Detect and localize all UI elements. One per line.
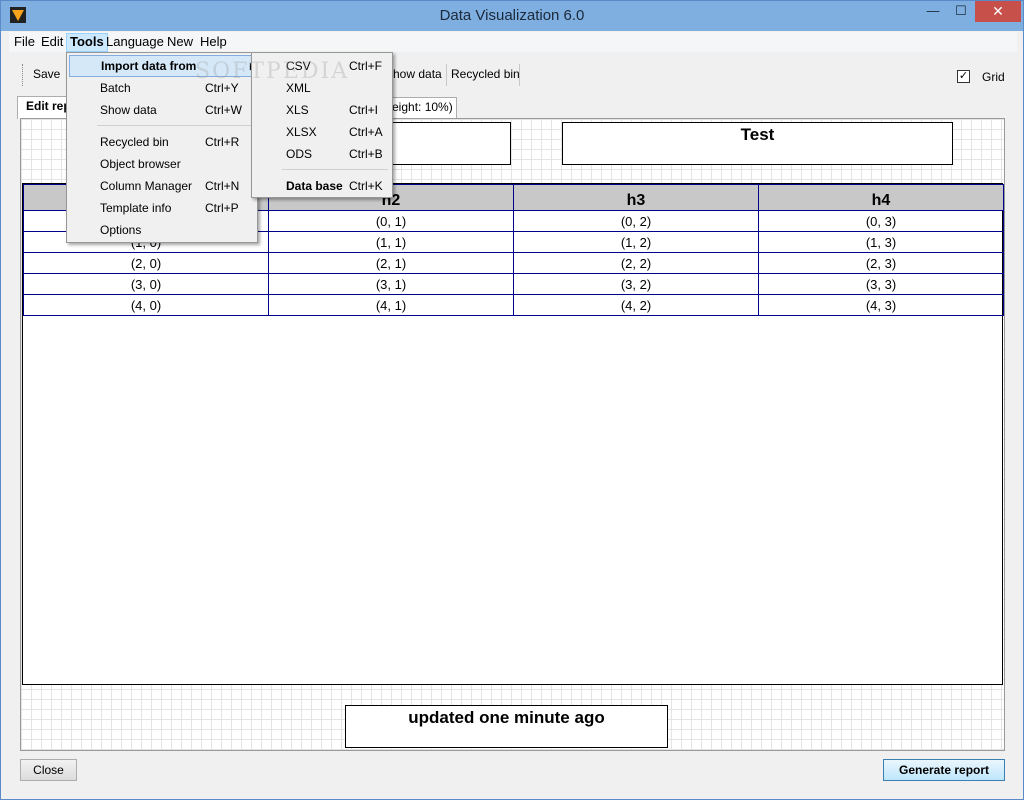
menu-item-batch[interactable]: Batch Ctrl+Y: [69, 77, 255, 99]
menu-item-shortcut: Ctrl+Y: [205, 81, 239, 95]
menu-item-template-info[interactable]: Template info Ctrl+P: [69, 197, 255, 219]
column-header[interactable]: h4: [758, 184, 1004, 211]
toolbar-separator: [446, 64, 447, 86]
tab-edit-report[interactable]: Edit report: [17, 96, 71, 119]
menu-item-shortcut: Ctrl+K: [349, 179, 383, 193]
table-cell[interactable]: (2, 0): [23, 252, 269, 274]
menu-item-xls[interactable]: XLS Ctrl+I: [254, 99, 392, 121]
menu-file[interactable]: File: [11, 33, 38, 52]
menu-item-shortcut: Ctrl+B: [349, 147, 383, 161]
menu-item-object-browser[interactable]: Object browser: [69, 153, 255, 175]
menu-item-label: Column Manager: [100, 179, 193, 193]
menu-edit[interactable]: Edit: [38, 33, 66, 52]
table-cell[interactable]: (4, 1): [268, 294, 514, 316]
menu-item-ods[interactable]: ODS Ctrl+B: [254, 143, 392, 165]
menu-item-shortcut: Ctrl+P: [205, 201, 239, 215]
menu-item-shortcut: Ctrl+R: [205, 135, 240, 149]
maximize-button[interactable]: ☐: [947, 1, 975, 22]
menu-item-shortcut: Ctrl+N: [205, 179, 240, 193]
menu-new[interactable]: New: [164, 33, 196, 52]
table-cell[interactable]: (4, 2): [513, 294, 759, 316]
menu-item-label: XLSX: [286, 125, 317, 139]
tools-dropdown-menu: Import data from ▶ Batch Ctrl+Y Show dat…: [66, 52, 258, 243]
table-cell[interactable]: (4, 0): [23, 294, 269, 316]
menu-item-label: CSV: [286, 59, 311, 73]
generate-report-button[interactable]: Generate report: [883, 759, 1005, 781]
menu-item-csv[interactable]: CSV Ctrl+F: [254, 55, 392, 77]
menu-item-options[interactable]: Options: [69, 219, 255, 241]
menu-tools[interactable]: Tools: [66, 33, 108, 52]
menu-item-data-base[interactable]: Data base Ctrl+K: [254, 175, 392, 197]
table-row[interactable]: (4, 0) (4, 1) (4, 2) (4, 3): [23, 294, 1004, 316]
menu-item-shortcut: Ctrl+F: [349, 59, 382, 73]
menu-item-column-manager[interactable]: Column Manager Ctrl+N: [69, 175, 255, 197]
menu-item-label: Object browser: [100, 157, 181, 171]
menu-item-label: Batch: [100, 81, 131, 95]
menu-help[interactable]: Help: [197, 33, 230, 52]
table-cell[interactable]: (2, 2): [513, 252, 759, 274]
menu-item-import-data[interactable]: Import data from ▶: [69, 55, 257, 77]
menu-item-shortcut: Ctrl+I: [349, 103, 379, 117]
minimize-button[interactable]: —: [919, 1, 947, 22]
menu-item-xlsx[interactable]: XLSX Ctrl+A: [254, 121, 392, 143]
menu-item-label: Template info: [100, 201, 172, 215]
menu-item-xml[interactable]: XML: [254, 77, 392, 99]
table-cell[interactable]: (0, 3): [758, 210, 1004, 232]
table-cell[interactable]: (2, 3): [758, 252, 1004, 274]
table-cell[interactable]: (0, 1): [268, 210, 514, 232]
menu-item-recycled-bin[interactable]: Recycled bin Ctrl+R: [69, 131, 255, 153]
table-row[interactable]: (2, 0) (2, 1) (2, 2) (2, 3): [23, 252, 1004, 274]
table-cell[interactable]: (1, 3): [758, 231, 1004, 253]
report-footer-box[interactable]: updated one minute ago: [345, 705, 668, 748]
table-cell[interactable]: (4, 3): [758, 294, 1004, 316]
menu-item-label: XLS: [286, 103, 309, 117]
close-button[interactable]: Close: [20, 759, 77, 781]
menu-separator: [97, 125, 253, 126]
import-submenu: CSV Ctrl+F XML XLS Ctrl+I XLSX Ctrl+A OD…: [251, 52, 393, 198]
table-cell[interactable]: (0, 2): [513, 210, 759, 232]
menu-item-label: Import data from: [101, 59, 197, 73]
app-window: Data Visualization 6.0 — ☐ ✕ File Edit T…: [0, 0, 1024, 800]
table-cell[interactable]: (2, 1): [268, 252, 514, 274]
table-cell[interactable]: (1, 2): [513, 231, 759, 253]
table-cell[interactable]: (3, 3): [758, 273, 1004, 295]
menu-item-shortcut: Ctrl+W: [205, 103, 242, 117]
title-bar[interactable]: Data Visualization 6.0 — ☐ ✕: [1, 1, 1023, 31]
menu-bar: File Edit Tools Language New Help: [9, 32, 1017, 52]
table-cell[interactable]: (1, 1): [268, 231, 514, 253]
recycled-bin-button[interactable]: Recycled bin: [451, 67, 520, 81]
close-window-button[interactable]: ✕: [975, 1, 1021, 22]
menu-item-label: ODS: [286, 147, 313, 161]
show-data-button[interactable]: how data: [393, 67, 442, 81]
table-row[interactable]: (3, 0) (3, 1) (3, 2) (3, 3): [23, 273, 1004, 295]
menu-item-label: Show data: [100, 103, 157, 117]
save-button[interactable]: Save: [33, 67, 60, 81]
menu-item-show-data[interactable]: Show data Ctrl+W: [69, 99, 255, 121]
grid-label: Grid: [982, 70, 1005, 84]
menu-item-shortcut: Ctrl+A: [349, 125, 383, 139]
window-title: Data Visualization 6.0: [439, 7, 585, 24]
menu-language[interactable]: Language: [103, 33, 167, 52]
menu-separator: [282, 169, 388, 170]
menu-item-label: Options: [100, 223, 142, 237]
menu-item-label: Recycled bin: [100, 135, 169, 149]
report-table-area[interactable]: h1 h2 h3 h4 (0, 0) (0, 1) (0, 2) (0, 3) …: [22, 183, 1004, 685]
menu-item-label: Data base: [286, 179, 343, 193]
table-cell[interactable]: (3, 2): [513, 273, 759, 295]
table-cell[interactable]: (3, 0): [23, 273, 269, 295]
grid-checkbox[interactable]: ✓: [957, 70, 970, 83]
menu-item-label: XML: [286, 81, 311, 95]
toolbar-separator: [519, 64, 520, 86]
column-header[interactable]: h3: [513, 184, 759, 211]
table-cell[interactable]: (3, 1): [268, 273, 514, 295]
tab-height[interactable]: eight: 10%): [389, 97, 457, 119]
toolbar-grip: [22, 64, 23, 86]
report-title-box[interactable]: Test: [562, 122, 953, 165]
